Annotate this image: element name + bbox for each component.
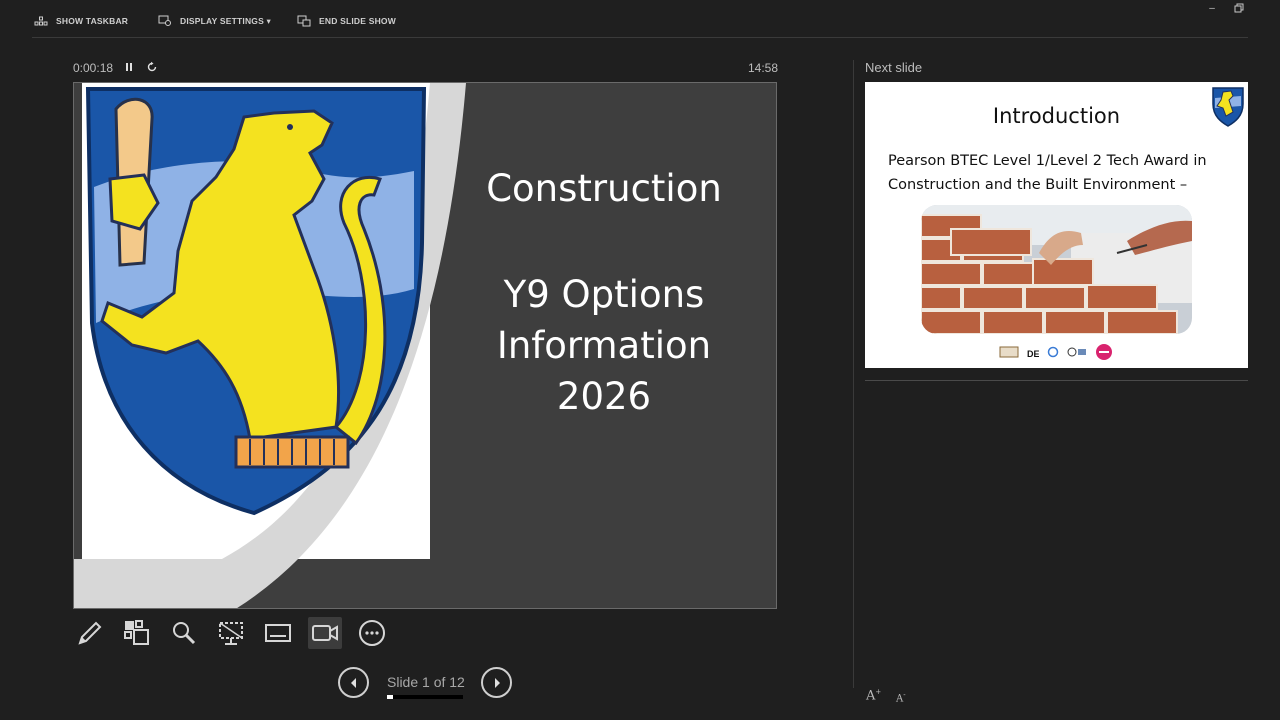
slide-counter[interactable]: Slide 1 of 12 [387, 674, 465, 690]
taskbar-icon [34, 16, 48, 26]
next-slide-title: Introduction [992, 104, 1121, 128]
notes-divider [865, 380, 1248, 381]
subtitle-line-3: 2026 [556, 375, 652, 418]
dofe-logo-icon: DE [1027, 349, 1039, 359]
circle-logo-icon [1047, 346, 1059, 358]
next-slide-body: Pearson BTEC Level 1/Level 2 Tech Award … [888, 149, 1218, 197]
slides-grid-icon [124, 620, 149, 645]
show-taskbar-label: SHOW TASKBAR [56, 16, 129, 26]
pause-icon [126, 63, 132, 71]
display-settings-button[interactable]: DISPLAY SETTINGS ▾ [158, 14, 271, 28]
pause-timer-button[interactable] [124, 61, 134, 76]
pen-icon [78, 621, 102, 645]
camera-icon [312, 625, 338, 641]
bricklaying-photo [921, 205, 1192, 334]
presenter-toolbar: SHOW TASKBAR DISPLAY SETTINGS ▾ END SLID… [0, 0, 1280, 38]
slide-progress-bar [387, 695, 463, 699]
next-slide-label: Next slide [865, 60, 923, 75]
end-show-icon [297, 15, 311, 27]
restore-button[interactable] [1232, 3, 1246, 15]
increase-font-button[interactable]: A+ [866, 688, 881, 703]
previous-slide-button[interactable] [338, 667, 369, 698]
more-options-button[interactable] [355, 617, 389, 649]
more-options-icon [359, 620, 385, 646]
see-all-slides-button[interactable] [120, 617, 154, 649]
panel-divider[interactable] [853, 60, 854, 688]
increase-font-icon: A [866, 688, 876, 704]
pink-badge-icon [1096, 344, 1112, 360]
presenter-tools [73, 617, 389, 649]
minimize-icon: – [1209, 3, 1215, 14]
brick-wall-image [921, 205, 1192, 334]
display-settings-icon [158, 15, 171, 26]
next-body-line-2: Construction and the Built Environment – [888, 177, 1188, 193]
next-slide-button[interactable] [481, 667, 512, 698]
zoom-icon [173, 622, 196, 645]
black-screen-button[interactable] [214, 617, 248, 649]
slide-progress-fill [387, 695, 394, 699]
subtitles-button[interactable] [261, 617, 295, 649]
next-body-line-1: Pearson BTEC Level 1/Level 2 Tech Award … [888, 153, 1207, 169]
next-slide-preview[interactable]: Introduction Pearson BTEC Level 1/Level … [865, 82, 1248, 368]
end-slide-show-label: END SLIDE SHOW [319, 16, 396, 26]
next-icon [494, 677, 500, 688]
reset-icon [147, 61, 157, 72]
slide-subtitle: Y9 Options Information 2026 [464, 269, 744, 422]
camera-button[interactable] [308, 617, 342, 649]
subtitle-line-1: Y9 Options [503, 273, 705, 316]
end-slide-show-button[interactable]: END SLIDE SHOW [297, 14, 396, 28]
display-settings-label: DISPLAY SETTINGS ▾ [180, 15, 271, 26]
subtitle-line-2: Information [496, 324, 712, 367]
pen-tool-button[interactable] [73, 617, 107, 649]
education-logo-icon [1067, 347, 1086, 357]
elapsed-timer: 0:00:18 [73, 61, 114, 75]
minimize-button[interactable]: – [1205, 3, 1219, 15]
partner-logo-icon [999, 346, 1019, 358]
accreditation-logos: DE [999, 343, 1113, 361]
subtitles-icon [265, 624, 291, 642]
pointer-screen-icon [219, 622, 243, 645]
current-slide[interactable]: Construction Y9 Options Information 2026 [73, 82, 777, 609]
slide-title: Construction [486, 167, 722, 210]
decrease-font-button[interactable]: A- [896, 691, 906, 704]
previous-icon [350, 677, 356, 688]
svg-text:DE: DE [1027, 349, 1039, 359]
show-taskbar-button[interactable]: SHOW TASKBAR [34, 14, 128, 28]
restore-icon [1234, 3, 1244, 13]
reset-timer-button[interactable] [146, 61, 158, 76]
clock: 14:58 [748, 61, 779, 75]
zoom-button[interactable] [167, 617, 201, 649]
toolbar-divider [32, 37, 1248, 38]
